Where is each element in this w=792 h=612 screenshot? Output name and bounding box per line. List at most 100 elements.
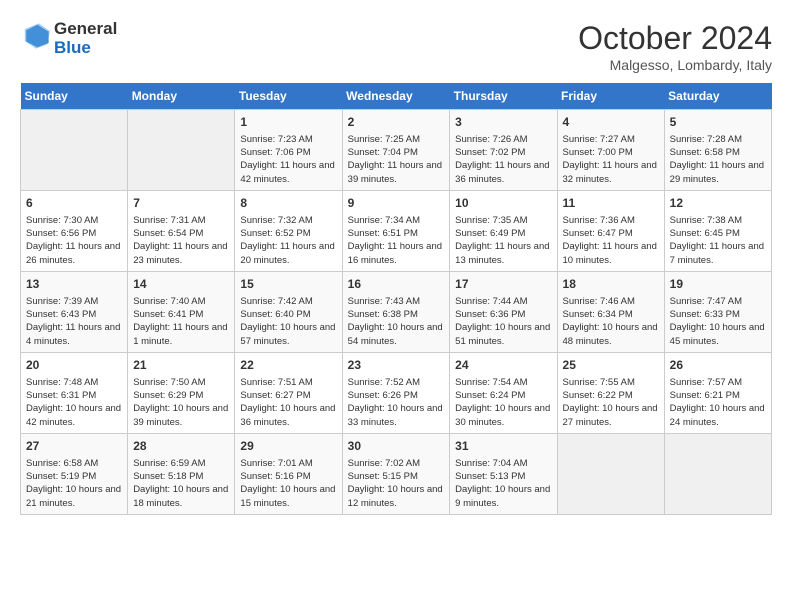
logo-blue: Blue bbox=[54, 38, 91, 57]
day-number: 2 bbox=[348, 114, 445, 131]
day-number: 20 bbox=[26, 357, 122, 374]
day-info: Sunrise: 7:30 AM Sunset: 6:56 PM Dayligh… bbox=[26, 215, 120, 266]
day-info: Sunrise: 7:55 AM Sunset: 6:22 PM Dayligh… bbox=[563, 377, 658, 428]
day-info: Sunrise: 7:32 AM Sunset: 6:52 PM Dayligh… bbox=[240, 215, 334, 266]
day-info: Sunrise: 6:59 AM Sunset: 5:18 PM Dayligh… bbox=[133, 458, 228, 509]
week-row-5: 27 Sunrise: 6:58 AM Sunset: 5:19 PM Dayli… bbox=[21, 433, 772, 514]
day-number: 21 bbox=[133, 357, 229, 374]
day-cell: 8 Sunrise: 7:32 AM Sunset: 6:52 PM Daylig… bbox=[235, 190, 342, 271]
logo-general: General bbox=[54, 19, 117, 38]
day-cell: 21Sunrise: 7:50 AM Sunset: 6:29 PM Dayli… bbox=[128, 352, 235, 433]
day-cell: 17Sunrise: 7:44 AM Sunset: 6:36 PM Dayli… bbox=[450, 271, 557, 352]
day-number: 23 bbox=[348, 357, 445, 374]
day-cell: 18Sunrise: 7:46 AM Sunset: 6:34 PM Dayli… bbox=[557, 271, 664, 352]
day-cell: 9 Sunrise: 7:34 AM Sunset: 6:51 PM Daylig… bbox=[342, 190, 450, 271]
col-header-sunday: Sunday bbox=[21, 83, 128, 110]
day-info: Sunrise: 7:28 AM Sunset: 6:58 PM Dayligh… bbox=[670, 134, 764, 185]
day-number: 17 bbox=[455, 276, 551, 293]
logo: General Blue bbox=[20, 20, 117, 57]
col-header-thursday: Thursday bbox=[450, 83, 557, 110]
day-cell bbox=[557, 433, 664, 514]
day-cell: 27 Sunrise: 6:58 AM Sunset: 5:19 PM Dayli… bbox=[21, 433, 128, 514]
day-number: 27 bbox=[26, 438, 122, 455]
day-cell: 3Sunrise: 7:26 AM Sunset: 7:02 PM Daylig… bbox=[450, 110, 557, 191]
day-number: 31 bbox=[455, 438, 551, 455]
day-cell: 6 Sunrise: 7:30 AM Sunset: 6:56 PM Daylig… bbox=[21, 190, 128, 271]
week-row-2: 6 Sunrise: 7:30 AM Sunset: 6:56 PM Daylig… bbox=[21, 190, 772, 271]
col-header-wednesday: Wednesday bbox=[342, 83, 450, 110]
day-cell: 7Sunrise: 7:31 AM Sunset: 6:54 PM Daylig… bbox=[128, 190, 235, 271]
day-number: 9 bbox=[348, 195, 445, 212]
day-cell: 22 Sunrise: 7:51 AM Sunset: 6:27 PM Dayli… bbox=[235, 352, 342, 433]
day-info: Sunrise: 7:43 AM Sunset: 6:38 PM Dayligh… bbox=[348, 296, 443, 347]
day-cell bbox=[128, 110, 235, 191]
day-info: Sunrise: 6:58 AM Sunset: 5:19 PM Dayligh… bbox=[26, 458, 121, 509]
day-cell: 4Sunrise: 7:27 AM Sunset: 7:00 PM Daylig… bbox=[557, 110, 664, 191]
day-cell: 14 Sunrise: 7:40 AM Sunset: 6:41 PM Dayli… bbox=[128, 271, 235, 352]
day-number: 24 bbox=[455, 357, 551, 374]
day-number: 7 bbox=[133, 195, 229, 212]
day-number: 8 bbox=[240, 195, 336, 212]
day-info: Sunrise: 7:26 AM Sunset: 7:02 PM Dayligh… bbox=[455, 134, 549, 185]
day-info: Sunrise: 7:57 AM Sunset: 6:21 PM Dayligh… bbox=[670, 377, 765, 428]
day-info: Sunrise: 7:02 AM Sunset: 5:15 PM Dayligh… bbox=[348, 458, 443, 509]
day-cell: 30 Sunrise: 7:02 AM Sunset: 5:15 PM Dayli… bbox=[342, 433, 450, 514]
day-info: Sunrise: 7:04 AM Sunset: 5:13 PM Dayligh… bbox=[455, 458, 550, 509]
day-info: Sunrise: 7:25 AM Sunset: 7:04 PM Dayligh… bbox=[348, 134, 442, 185]
day-cell: 24 Sunrise: 7:54 AM Sunset: 6:24 PM Dayli… bbox=[450, 352, 557, 433]
day-number: 5 bbox=[670, 114, 766, 131]
day-info: Sunrise: 7:34 AM Sunset: 6:51 PM Dayligh… bbox=[348, 215, 442, 266]
day-number: 29 bbox=[240, 438, 336, 455]
day-number: 13 bbox=[26, 276, 122, 293]
calendar-title: October 2024 bbox=[578, 20, 772, 57]
day-number: 30 bbox=[348, 438, 445, 455]
day-cell: 11 Sunrise: 7:36 AM Sunset: 6:47 PM Dayli… bbox=[557, 190, 664, 271]
day-number: 15 bbox=[240, 276, 336, 293]
day-cell: 5 Sunrise: 7:28 AM Sunset: 6:58 PM Daylig… bbox=[664, 110, 771, 191]
day-cell: 16 Sunrise: 7:43 AM Sunset: 6:38 PM Dayli… bbox=[342, 271, 450, 352]
day-cell: 20 Sunrise: 7:48 AM Sunset: 6:31 PM Dayli… bbox=[21, 352, 128, 433]
day-info: Sunrise: 7:23 AM Sunset: 7:06 PM Dayligh… bbox=[240, 134, 334, 185]
col-header-tuesday: Tuesday bbox=[235, 83, 342, 110]
day-number: 11 bbox=[563, 195, 659, 212]
day-cell: 26Sunrise: 7:57 AM Sunset: 6:21 PM Dayli… bbox=[664, 352, 771, 433]
calendar-subtitle: Malgesso, Lombardy, Italy bbox=[578, 57, 772, 73]
day-number: 14 bbox=[133, 276, 229, 293]
col-header-monday: Monday bbox=[128, 83, 235, 110]
day-info: Sunrise: 7:51 AM Sunset: 6:27 PM Dayligh… bbox=[240, 377, 335, 428]
day-number: 16 bbox=[348, 276, 445, 293]
col-header-friday: Friday bbox=[557, 83, 664, 110]
day-info: Sunrise: 7:39 AM Sunset: 6:43 PM Dayligh… bbox=[26, 296, 120, 347]
day-cell: 10Sunrise: 7:35 AM Sunset: 6:49 PM Dayli… bbox=[450, 190, 557, 271]
week-row-3: 13 Sunrise: 7:39 AM Sunset: 6:43 PM Dayli… bbox=[21, 271, 772, 352]
day-cell: 31 Sunrise: 7:04 AM Sunset: 5:13 PM Dayli… bbox=[450, 433, 557, 514]
day-info: Sunrise: 7:48 AM Sunset: 6:31 PM Dayligh… bbox=[26, 377, 121, 428]
day-cell bbox=[21, 110, 128, 191]
day-number: 10 bbox=[455, 195, 551, 212]
day-cell bbox=[664, 433, 771, 514]
day-cell: 25Sunrise: 7:55 AM Sunset: 6:22 PM Dayli… bbox=[557, 352, 664, 433]
day-cell: 2 Sunrise: 7:25 AM Sunset: 7:04 PM Daylig… bbox=[342, 110, 450, 191]
day-number: 19 bbox=[670, 276, 766, 293]
day-cell: 1 Sunrise: 7:23 AM Sunset: 7:06 PM Daylig… bbox=[235, 110, 342, 191]
header-row: SundayMondayTuesdayWednesdayThursdayFrid… bbox=[21, 83, 772, 110]
day-number: 6 bbox=[26, 195, 122, 212]
day-number: 22 bbox=[240, 357, 336, 374]
day-cell: 29 Sunrise: 7:01 AM Sunset: 5:16 PM Dayli… bbox=[235, 433, 342, 514]
day-cell: 12Sunrise: 7:38 AM Sunset: 6:45 PM Dayli… bbox=[664, 190, 771, 271]
day-number: 18 bbox=[563, 276, 659, 293]
day-number: 1 bbox=[240, 114, 336, 131]
day-info: Sunrise: 7:54 AM Sunset: 6:24 PM Dayligh… bbox=[455, 377, 550, 428]
day-info: Sunrise: 7:38 AM Sunset: 6:45 PM Dayligh… bbox=[670, 215, 764, 266]
col-header-saturday: Saturday bbox=[664, 83, 771, 110]
day-info: Sunrise: 7:40 AM Sunset: 6:41 PM Dayligh… bbox=[133, 296, 227, 347]
page-header: General Blue October 2024 Malgesso, Lomb… bbox=[20, 20, 772, 73]
week-row-1: 1 Sunrise: 7:23 AM Sunset: 7:06 PM Daylig… bbox=[21, 110, 772, 191]
calendar-table: SundayMondayTuesdayWednesdayThursdayFrid… bbox=[20, 83, 772, 515]
day-number: 4 bbox=[563, 114, 659, 131]
title-block: October 2024 Malgesso, Lombardy, Italy bbox=[578, 20, 772, 73]
day-cell: 28Sunrise: 6:59 AM Sunset: 5:18 PM Dayli… bbox=[128, 433, 235, 514]
day-info: Sunrise: 7:36 AM Sunset: 6:47 PM Dayligh… bbox=[563, 215, 657, 266]
day-info: Sunrise: 7:01 AM Sunset: 5:16 PM Dayligh… bbox=[240, 458, 335, 509]
day-info: Sunrise: 7:42 AM Sunset: 6:40 PM Dayligh… bbox=[240, 296, 335, 347]
